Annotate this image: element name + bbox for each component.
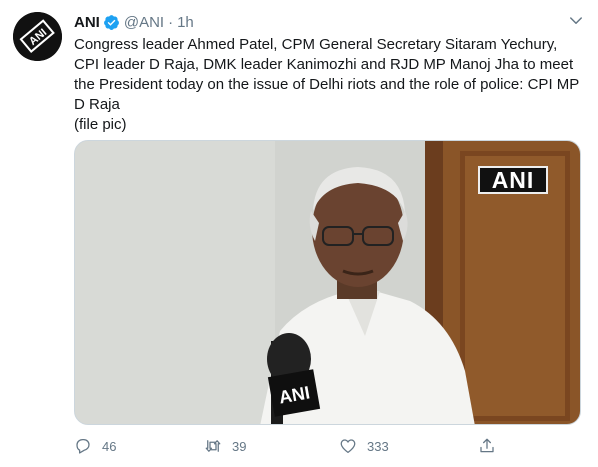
reply-count: 46	[102, 438, 117, 454]
header-separator: ·	[168, 13, 174, 31]
tweet-text-note: (file pic)	[74, 116, 127, 133]
retweet-icon	[205, 440, 221, 452]
author-handle[interactable]: @ANI	[124, 14, 164, 31]
tweet-actions: 46 39 333	[74, 435, 584, 457]
avatar[interactable]: ANI	[13, 12, 62, 61]
tweet-header: ANI @ANI · 1h	[74, 11, 194, 33]
retweet-button[interactable]: 39	[204, 435, 246, 457]
tweet-timestamp[interactable]: 1h	[177, 14, 194, 31]
reply-icon	[76, 438, 90, 454]
share-icon	[480, 438, 494, 453]
author-name[interactable]: ANI	[74, 14, 100, 31]
media-watermark: ANI	[478, 166, 548, 194]
reply-button[interactable]: 46	[74, 435, 116, 457]
heart-icon	[340, 439, 356, 454]
like-count: 333	[367, 438, 389, 454]
share-button[interactable]	[478, 435, 496, 457]
tweet[interactable]: ANI ANI @ANI · 1h Congress leader Ahmed …	[0, 0, 598, 467]
verified-badge-icon	[103, 14, 120, 31]
tweet-text: Congress leader Ahmed Patel, CPM General…	[74, 35, 584, 135]
retweet-count: 39	[232, 438, 247, 454]
tweet-text-main: Congress leader Ahmed Patel, CPM General…	[74, 36, 580, 113]
more-options-chevron-down-icon[interactable]	[567, 12, 585, 30]
like-button[interactable]: 333	[339, 435, 389, 457]
